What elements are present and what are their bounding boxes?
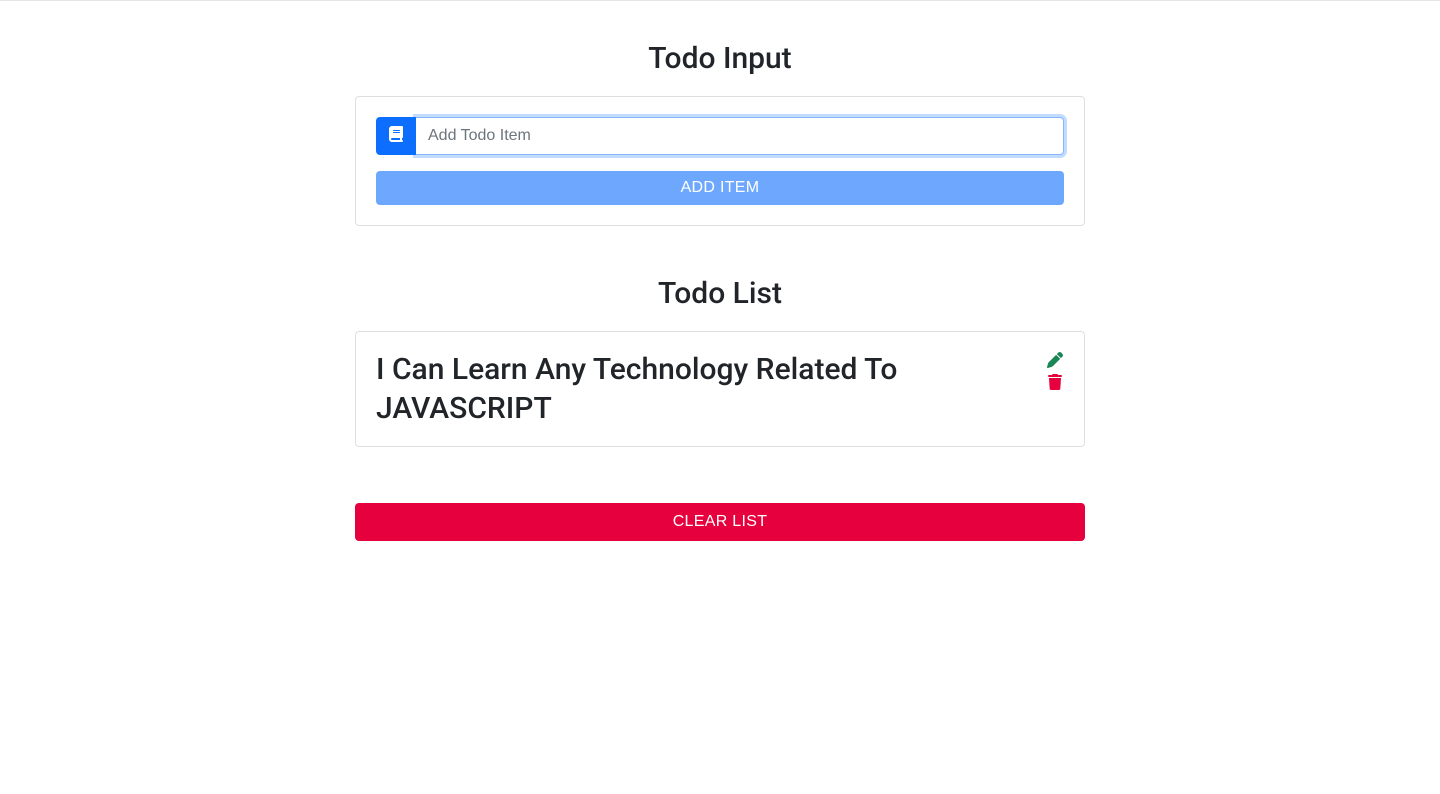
add-item-button[interactable]: ADD ITEM xyxy=(376,171,1064,205)
input-section-title: Todo Input xyxy=(355,41,1085,76)
input-card: ADD ITEM xyxy=(355,96,1085,226)
book-icon xyxy=(388,126,404,146)
list-item-text: I Can Learn Any Technology Related To JA… xyxy=(376,350,1026,428)
trash-icon xyxy=(1047,374,1063,393)
edit-button[interactable] xyxy=(1046,352,1064,370)
input-group xyxy=(376,117,1064,155)
pencil-icon xyxy=(1047,352,1063,371)
clear-list-button[interactable]: CLEAR LIST xyxy=(355,503,1085,541)
list-section-title: Todo List xyxy=(355,276,1085,311)
todo-input[interactable] xyxy=(416,117,1064,155)
delete-button[interactable] xyxy=(1046,374,1064,392)
input-prepend xyxy=(376,117,416,155)
list-item: I Can Learn Any Technology Related To JA… xyxy=(355,331,1085,447)
list-item-actions xyxy=(1046,350,1064,392)
